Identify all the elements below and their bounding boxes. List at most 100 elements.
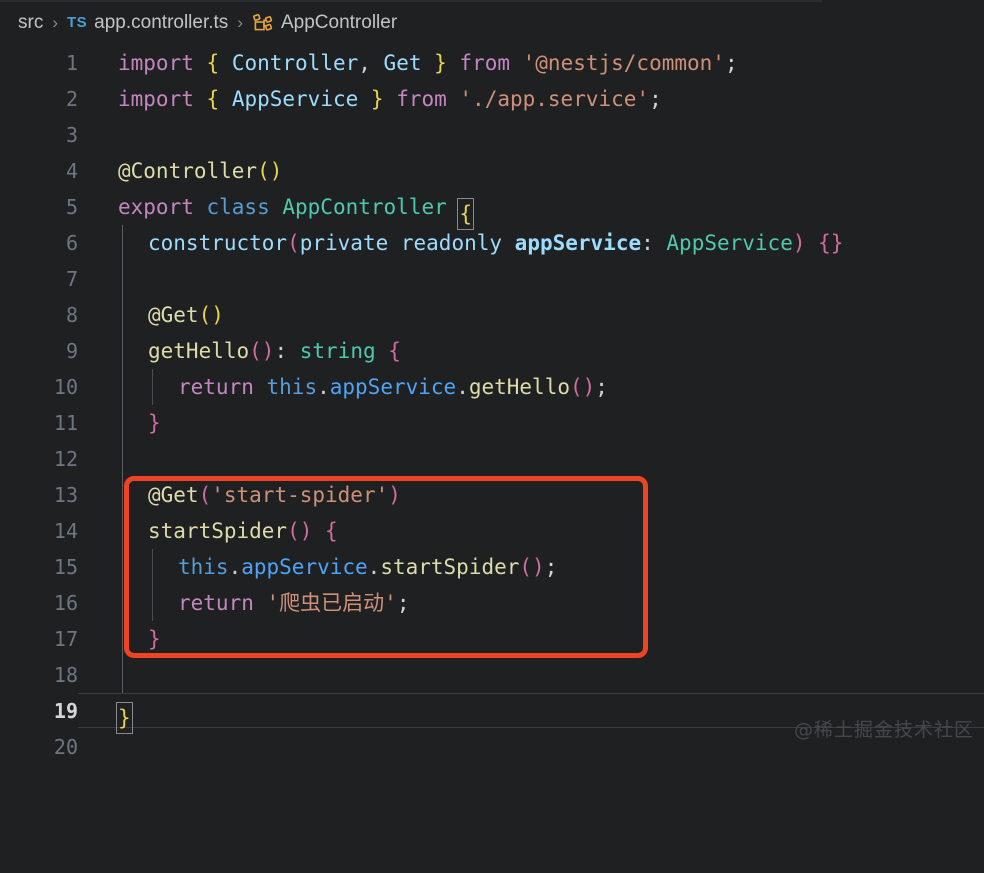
code-line: 2 import { AppService } from './app.serv… [0,81,984,117]
token-keyword: from [383,87,460,111]
line-number: 6 [65,231,78,255]
breadcrumb-top-divider [0,0,822,2]
indent-guide [122,405,123,441]
code-line: 13 @Get('start-spider') [0,477,984,513]
token-dot: . [317,375,330,399]
line-number: 15 [53,555,78,579]
indent-guide [122,333,123,369]
token-this: this [178,555,229,579]
token-decorator: @Get [148,303,199,327]
token-method-call: getHello [468,375,570,399]
token-body-braces: {} [805,231,844,255]
code-line: 12 [0,441,984,477]
indent-guide [122,225,123,261]
line-number: 14 [53,519,78,543]
token-parens: () [249,339,275,363]
line-source[interactable]: getHello(): string { [148,333,401,369]
indent-guide [122,513,123,549]
code-line: 14 startSpider() { [0,513,984,549]
line-source[interactable]: this.appService.startSpider(); [178,549,557,585]
token-paren: ( [287,231,300,255]
code-content[interactable]: 1 import { Controller, Get } from '@nest… [0,45,984,759]
line-number: 3 [65,123,78,147]
token-class-name: AppController [282,195,447,219]
token-brace: } [148,627,161,651]
breadcrumb-item-symbol[interactable]: AppController [281,12,397,34]
token-parens: () [519,555,545,579]
line-source[interactable]: return '爬虫已启动'; [178,585,409,621]
token-string-chinese: '爬虫已启动' [266,591,397,615]
token-brace: { [312,519,338,543]
token-brace: } [148,411,161,435]
code-line: 6 constructor(private readonly appServic… [0,225,984,261]
token-keyword-return: return [178,591,267,615]
token-this: this [266,375,318,399]
breadcrumb-separator-icon: › [52,12,58,32]
line-number: 9 [65,339,78,363]
indent-guide [122,369,123,405]
line-source[interactable]: @Controller() [118,153,282,189]
line-source[interactable]: import { AppService } from './app.servic… [118,81,662,117]
token-method-call: startSpider [380,555,520,579]
indent-guide [122,657,123,693]
token-semicolon: ; [724,51,738,75]
indent-guide [122,477,123,513]
code-line: 15 this.appService.startSpider(); [0,549,984,585]
code-line: 18 [0,657,984,693]
token-parens: () [570,375,596,399]
line-source[interactable]: } [148,621,161,657]
token-property: appService [329,375,457,399]
token-brace: { [206,87,220,111]
token-dot: . [456,375,469,399]
token-modifiers: private readonly [299,231,515,255]
token-constructor: constructor [148,231,288,255]
line-number: 10 [53,375,78,399]
line-source[interactable]: @Get() [148,297,224,333]
line-number: 12 [53,447,78,471]
token-semicolon: ; [396,591,410,615]
token-comma: , [358,51,371,75]
line-number: 13 [53,483,78,507]
code-line: 11 } [0,405,984,441]
token-semicolon: ; [544,555,558,579]
line-source[interactable]: } [116,693,133,734]
line-source[interactable]: constructor(private readonly appService:… [148,225,843,261]
line-source[interactable]: @Get('start-spider') [148,477,401,513]
line-source[interactable]: export class AppController { [118,189,475,230]
code-line: 5 export class AppController { [0,189,984,230]
breadcrumb[interactable]: src › TS app.controller.ts › AppControll… [0,0,984,45]
line-number: 5 [65,195,78,219]
token-brace: { [375,339,401,363]
breadcrumb-item-folder[interactable]: src [18,12,43,34]
token-identifier: Controller [219,51,359,75]
code-editor: src › TS app.controller.ts › AppControll… [0,0,984,759]
line-number: 2 [65,87,78,111]
code-line: 1 import { Controller, Get } from '@nest… [0,45,984,81]
line-source[interactable]: } [148,405,161,441]
code-line: 8 @Get() [0,297,984,333]
token-brace: { [206,51,220,75]
line-number: 17 [53,627,78,651]
line-source[interactable]: startSpider() { [148,513,338,549]
line-number: 4 [65,159,78,183]
token-identifier: Get [370,51,435,75]
line-source[interactable]: return this.appService.getHello(); [178,369,608,405]
code-line: 17 } [0,621,984,657]
line-number: 20 [53,735,78,759]
token-paren: ( [198,483,212,507]
indent-guide-2 [152,549,153,585]
indent-guide [122,621,123,657]
line-source[interactable]: import { Controller, Get } from '@nestjs… [118,45,738,81]
token-decorator: @Get [148,483,199,507]
line-number: 7 [65,267,78,291]
token-decorator: @Controller [118,159,258,183]
code-line: 4 @Controller() [0,153,984,189]
token-semicolon: ; [649,87,662,111]
token-paren: ) [792,231,806,255]
breadcrumb-item-file[interactable]: app.controller.ts [94,12,228,34]
token-parens: () [287,519,313,543]
token-keyword: import [118,51,194,75]
breadcrumb-separator-icon-2: › [237,12,243,32]
indent-guide [122,441,123,477]
